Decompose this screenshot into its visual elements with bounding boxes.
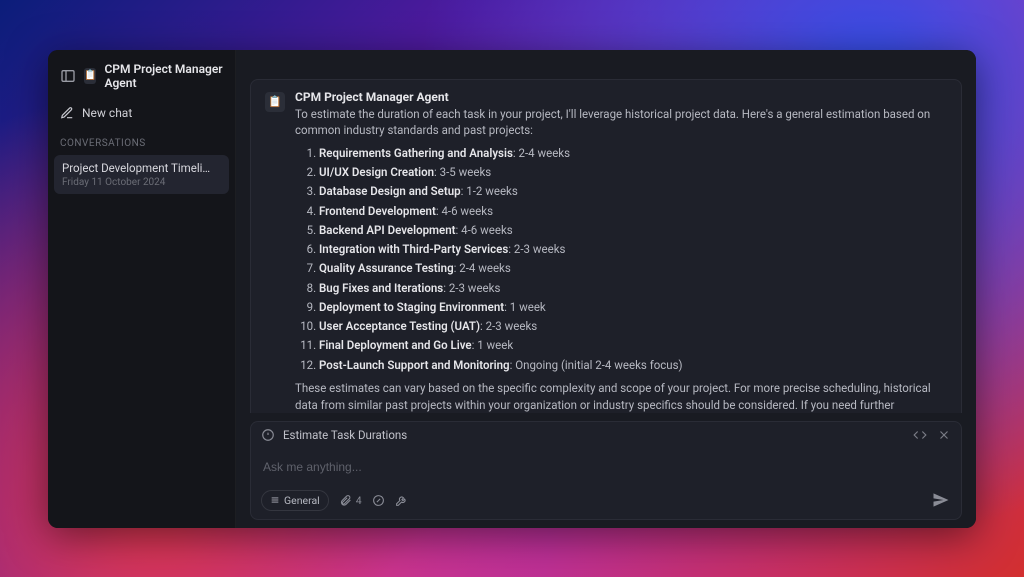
task-item: Quality Assurance Testing: 2-4 weeks — [319, 260, 947, 277]
sidebar-toggle-icon[interactable] — [60, 68, 76, 84]
context-icon — [261, 428, 275, 442]
message-scroll-area[interactable]: 📋 CPM Project Manager Agent To estimate … — [236, 50, 976, 413]
agent-avatar-icon: 📋 — [84, 68, 96, 84]
composer: Estimate Task Durations General 4 — [236, 413, 976, 528]
context-label: Estimate Task Durations — [283, 428, 905, 442]
agent-name: CPM Project Manager Agent — [104, 62, 223, 90]
conversation-item[interactable]: Project Development Timeli… Friday 11 Oc… — [54, 155, 229, 194]
assistant-name: CPM Project Manager Agent — [295, 90, 947, 104]
composer-context-bar: Estimate Task Durations — [250, 421, 962, 448]
assistant-text: To estimate the duration of each task in… — [295, 106, 947, 413]
mode-label: General — [284, 494, 320, 507]
sidebar: 📋 CPM Project Manager Agent New chat CON… — [48, 50, 236, 528]
new-chat-label: New chat — [82, 106, 132, 120]
app-window: 📋 CPM Project Manager Agent New chat CON… — [48, 50, 976, 528]
attachment-indicator[interactable]: 4 — [339, 494, 362, 507]
task-item: Post-Launch Support and Monitoring: Ongo… — [319, 357, 947, 374]
new-chat-button[interactable]: New chat — [48, 100, 235, 126]
assistant-message-body: CPM Project Manager Agent To estimate th… — [295, 90, 947, 413]
close-context-icon[interactable] — [937, 428, 951, 442]
main-panel: 📋 CPM Project Manager Agent To estimate … — [236, 50, 976, 528]
menu-lines-icon — [270, 495, 280, 505]
task-item: Deployment to Staging Environment: 1 wee… — [319, 299, 947, 316]
paperclip-icon — [339, 494, 352, 507]
task-item: User Acceptance Testing (UAT): 2-3 weeks — [319, 318, 947, 335]
assistant-avatar-icon: 📋 — [265, 92, 285, 112]
task-list: Requirements Gathering and Analysis: 2-4… — [319, 145, 947, 374]
composer-body: General 4 — [250, 448, 962, 520]
assistant-message: 📋 CPM Project Manager Agent To estimate … — [250, 79, 962, 413]
task-item: Final Deployment and Go Live: 1 week — [319, 337, 947, 354]
message-intro: To estimate the duration of each task in… — [295, 106, 947, 139]
task-item: Requirements Gathering and Analysis: 2-4… — [319, 145, 947, 162]
sidebar-header: 📋 CPM Project Manager Agent — [48, 58, 235, 100]
task-item: Backend API Development: 4-6 weeks — [319, 222, 947, 239]
send-button[interactable] — [931, 490, 951, 510]
conversation-date: Friday 11 October 2024 — [62, 177, 221, 188]
tools-icon[interactable] — [395, 494, 408, 507]
conversations-section-label: CONVERSATIONS — [48, 126, 235, 155]
task-item: Database Design and Setup: 1-2 weeks — [319, 183, 947, 200]
composer-toolbar: General 4 — [261, 490, 951, 511]
previous-message-cutoff — [250, 50, 962, 79]
task-item: UI/UX Design Creation: 3-5 weeks — [319, 164, 947, 181]
attachment-count: 4 — [356, 494, 362, 507]
message-outro: These estimates can vary based on the sp… — [295, 380, 947, 413]
conversation-title: Project Development Timeli… — [62, 161, 221, 175]
task-item: Bug Fixes and Iterations: 2-3 weeks — [319, 280, 947, 297]
task-item: Frontend Development: 4-6 weeks — [319, 203, 947, 220]
message-input[interactable] — [261, 456, 951, 490]
new-chat-icon — [60, 106, 74, 120]
code-icon[interactable] — [913, 428, 927, 442]
mode-pill[interactable]: General — [261, 490, 329, 511]
task-item: Integration with Third-Party Services: 2… — [319, 241, 947, 258]
stop-icon[interactable] — [372, 494, 385, 507]
